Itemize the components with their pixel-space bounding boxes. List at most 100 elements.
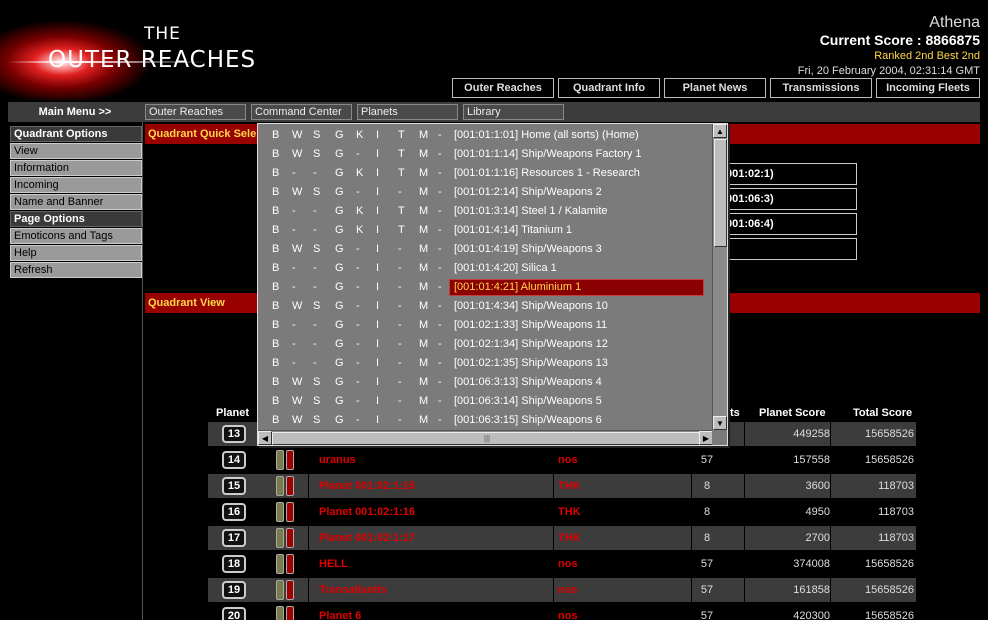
planet-name-link[interactable]: Transatlantis: [319, 578, 387, 602]
option-flag: S: [313, 243, 321, 255]
dropdown-option[interactable]: B W S G - I - M - [001:06:3:13] Ship/Weapons 4: [258, 373, 713, 392]
dropdown-option[interactable]: B - - G - I - M - [001:02:1:33] Ship/Weapons 11: [258, 316, 713, 335]
nav-quadrant-info-button[interactable]: Quadrant Info: [558, 78, 660, 98]
option-flag: W: [292, 395, 303, 407]
sidebar-item-help[interactable]: Help: [10, 245, 142, 261]
dropdown-option[interactable]: B - - G K I T M - [001:01:3:14] Steel 1 / Kalamit…: [258, 202, 713, 221]
planet-name-link[interactable]: Planet 001:02:1:17: [319, 526, 415, 550]
nav-planet-news-button[interactable]: Planet News: [664, 78, 766, 98]
planet-number-badge[interactable]: 19: [222, 581, 246, 599]
owner-link[interactable]: nos: [558, 448, 578, 472]
planet-name-link[interactable]: Planet 001:02:1:16: [319, 500, 415, 524]
option-flag: -: [438, 205, 442, 217]
planet-number-badge[interactable]: 15: [222, 477, 246, 495]
table-row[interactable]: 15 Planet 001:02:1:15 THK 8 3600 118703: [208, 474, 916, 498]
menu-outer-reaches[interactable]: Outer Reaches: [145, 104, 246, 120]
owner-link[interactable]: THK: [558, 474, 581, 498]
option-flag: I: [376, 186, 380, 198]
owner-link[interactable]: THK: [558, 526, 581, 550]
owner-rank: 8: [703, 480, 711, 492]
option-flag: T: [398, 167, 405, 179]
sidebar-item-information[interactable]: Information: [10, 160, 142, 176]
planet-number-badge[interactable]: 13: [222, 425, 246, 443]
nav-transmissions-button[interactable]: Transmissions: [770, 78, 872, 98]
planet-number-badge[interactable]: 20: [222, 607, 246, 620]
dropdown-option[interactable]: B W S G - I - M - [001:01:4:19] Ship/Weapons 3: [258, 240, 713, 259]
sidebar-item-incoming[interactable]: Incoming: [10, 177, 142, 193]
dropdown-vertical-scrollbar[interactable]: ▲ ▼: [712, 124, 727, 430]
quick-select-box-2[interactable]: 001:06:3): [720, 188, 857, 210]
column-divider: [744, 474, 745, 498]
dropdown-option[interactable]: B - - G - I - M - [001:02:1:35] Ship/Weapons 13: [258, 354, 713, 373]
option-flag: -: [438, 243, 442, 255]
dropdown-option[interactable]: B W S G - I - M - [001:01:4:34] Ship/Weapons 10: [258, 297, 713, 316]
table-row[interactable]: 18 HELL nos 57 374008 15658526: [208, 552, 916, 576]
table-row[interactable]: 17 Planet 001:02:1:17 THK 8 2700 118703: [208, 526, 916, 550]
main-menu-label[interactable]: Main Menu >>: [8, 102, 142, 122]
planet-name-link[interactable]: Planet 001:02:1:15: [319, 474, 415, 498]
total-score: 118703: [878, 506, 914, 518]
planet-number-badge[interactable]: 18: [222, 555, 246, 573]
scroll-down-arrow-icon[interactable]: ▼: [713, 416, 727, 430]
planet-score: 3600: [805, 480, 830, 492]
quick-select-box-1[interactable]: 001:02:1): [720, 163, 857, 185]
planet-name-link[interactable]: Planet 6: [319, 604, 361, 620]
scroll-right-arrow-icon[interactable]: ▶: [699, 431, 713, 445]
table-row[interactable]: 16 Planet 001:02:1:16 THK 8 4950 118703: [208, 500, 916, 524]
sidebar-item-emoticons-and-tags[interactable]: Emoticons and Tags: [10, 228, 142, 244]
logo-name: OUTER REACHES: [48, 47, 257, 73]
sidebar-item-name-and-banner[interactable]: Name and Banner: [10, 194, 142, 210]
dropdown-option[interactable]: B W S G - I - M - [001:06:3:14] Ship/Weapons 5: [258, 392, 713, 411]
table-row[interactable]: 19 Transatlantis nos 57 161858 15658526: [208, 578, 916, 602]
option-label: [001:01:4:19] Ship/Weapons 3: [454, 243, 602, 255]
menu-library[interactable]: Library: [463, 104, 564, 120]
dropdown-horizontal-scrollbar[interactable]: ◀ ||| ▶: [258, 430, 713, 445]
option-flag: M: [419, 186, 429, 198]
option-flag: K: [356, 205, 364, 217]
nav-outer-reaches-button[interactable]: Outer Reaches: [452, 78, 554, 98]
owner-link[interactable]: nos: [558, 552, 578, 576]
dropdown-option[interactable]: B W S G - I - M - [001:01:2:14] Ship/Weapons 2: [258, 183, 713, 202]
planet-name-link[interactable]: uranus: [319, 448, 356, 472]
option-flag: W: [292, 376, 303, 388]
scroll-left-arrow-icon[interactable]: ◀: [258, 431, 272, 445]
horizontal-scroll-thumb[interactable]: |||: [272, 432, 702, 445]
planet-select-dropdown[interactable]: B W S G K I T M - [001:01:1:01] Home (all sorts) …: [257, 123, 728, 446]
nav-incoming-fleets-button[interactable]: Incoming Fleets: [876, 78, 980, 98]
owner-link[interactable]: THK: [558, 500, 581, 524]
option-flag: -: [438, 376, 442, 388]
option-flag: -: [398, 243, 402, 255]
quick-select-box-3[interactable]: 001:06:4): [720, 213, 857, 235]
option-flag: W: [292, 148, 303, 160]
dropdown-option[interactable]: B - - G K I T M - [001:01:4:14] Titanium 1: [258, 221, 713, 240]
dropdown-list: B W S G K I T M - [001:01:1:01] Home (all sorts) …: [258, 126, 713, 430]
vertical-scroll-thumb[interactable]: [714, 139, 727, 247]
owner-link[interactable]: nos: [558, 604, 578, 620]
column-divider: [308, 500, 309, 524]
planet-number-badge[interactable]: 16: [222, 503, 246, 521]
table-row[interactable]: 20 Planet 6 nos 57 420300 15658526: [208, 604, 916, 620]
option-flag: B: [272, 319, 280, 331]
planet-name-link[interactable]: HELL: [319, 552, 348, 576]
dropdown-option[interactable]: B - - G - I - M - [001:01:4:21] Aluminium 1: [258, 278, 713, 297]
table-row[interactable]: 14 uranus nos 57 157558 15658526: [208, 448, 916, 472]
option-flag: W: [292, 129, 303, 141]
planet-number-badge[interactable]: 17: [222, 529, 246, 547]
dropdown-option[interactable]: B W S G - I T M - [001:01:1:14] Ship/Weapons Fact…: [258, 145, 713, 164]
sidebar-item-refresh[interactable]: Refresh: [10, 262, 142, 278]
owner-link[interactable]: nos: [558, 578, 578, 602]
planet-number-badge[interactable]: 14: [222, 451, 246, 469]
dropdown-option[interactable]: B - - G K I T M - [001:01:1:16] Resources 1 - Res…: [258, 164, 713, 183]
dropdown-option[interactable]: B W S G - I - M - [001:06:3:15] Ship/Weapons 6: [258, 411, 713, 430]
dropdown-option[interactable]: B - - G - I - M - [001:02:1:34] Ship/Weapons 12: [258, 335, 713, 354]
option-flag: -: [438, 414, 442, 426]
total-score: 15658526: [865, 558, 914, 570]
sidebar-item-view[interactable]: View: [10, 143, 142, 159]
scroll-up-arrow-icon[interactable]: ▲: [713, 124, 727, 138]
dropdown-option[interactable]: B W S G K I T M - [001:01:1:01] Home (all sorts) …: [258, 126, 713, 145]
option-label: [001:01:1:01] Home (all sorts) (Home): [454, 129, 639, 141]
menu-command-center[interactable]: Command Center: [251, 104, 352, 120]
menu-planets[interactable]: Planets: [357, 104, 458, 120]
dropdown-option[interactable]: B - - G - I - M - [001:01:4:20] Silica 1: [258, 259, 713, 278]
quick-select-box-4[interactable]: [720, 238, 857, 260]
